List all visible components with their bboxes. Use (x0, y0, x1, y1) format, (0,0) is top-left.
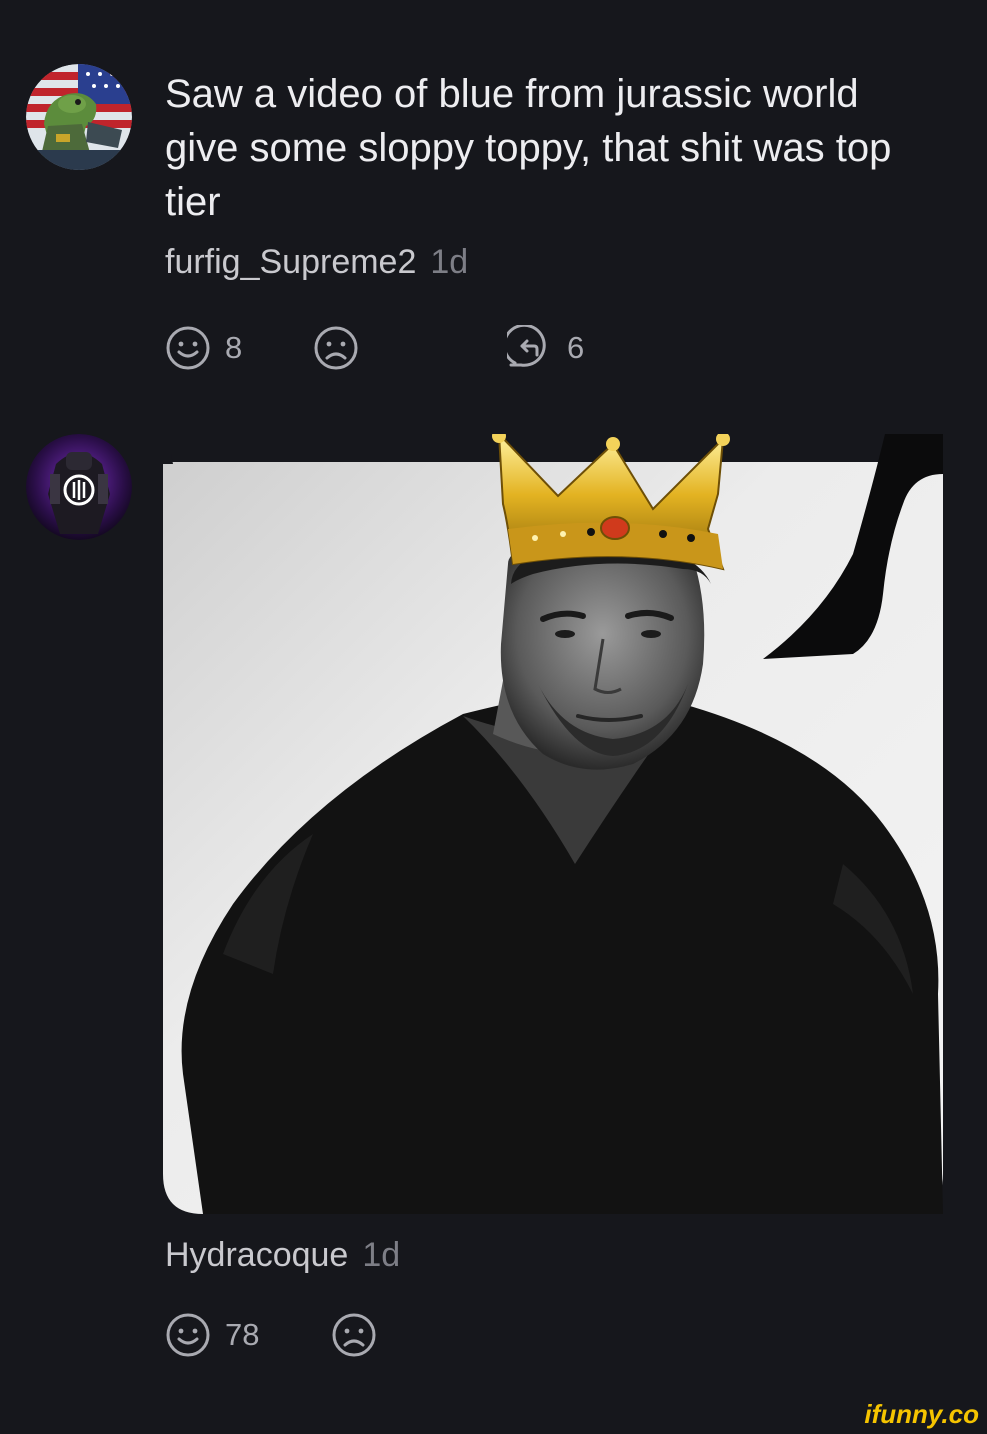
smile-button[interactable]: 78 (165, 1312, 259, 1358)
comment-username[interactable]: furfig_Supreme2 (165, 243, 416, 281)
comment-meta: Hydracoque 1d (165, 1236, 400, 1275)
reply-button[interactable]: 6 (507, 325, 584, 371)
smile-icon (166, 326, 210, 370)
unsmile-button[interactable] (331, 1312, 377, 1358)
meme-image[interactable] (163, 434, 943, 1214)
comment-timestamp: 1d (430, 243, 469, 281)
avatar-furfig-supreme2[interactable] (26, 64, 132, 170)
smile-count: 8 (225, 330, 243, 365)
comment-text: Saw a video of blue from jurassic world … (165, 72, 892, 224)
comment-actions: 8 6 (165, 325, 625, 373)
crowned-man-meme-image (163, 434, 943, 1214)
unsmile-button[interactable] (313, 325, 359, 371)
smile-icon (166, 1313, 210, 1357)
smile-button[interactable]: 8 (165, 325, 242, 371)
reply-icon (507, 325, 546, 367)
smile-count: 78 (225, 1317, 260, 1352)
ifunny-watermark: ifunny.co (864, 1399, 979, 1429)
reply-count: 6 (567, 330, 585, 365)
unsmile-icon (314, 326, 358, 370)
avatar-hydracoque[interactable] (26, 434, 132, 540)
comment-username[interactable]: Hydracoque (165, 1236, 348, 1274)
unsmile-icon (332, 1313, 376, 1357)
purple-armored-avatar-image (26, 434, 132, 540)
comment-timestamp: 1d (362, 1236, 401, 1274)
comment-meta: furfig_Supreme2 1d (165, 243, 925, 282)
comment-actions: 78 (165, 1312, 425, 1360)
frog-flag-avatar-image (26, 64, 132, 170)
